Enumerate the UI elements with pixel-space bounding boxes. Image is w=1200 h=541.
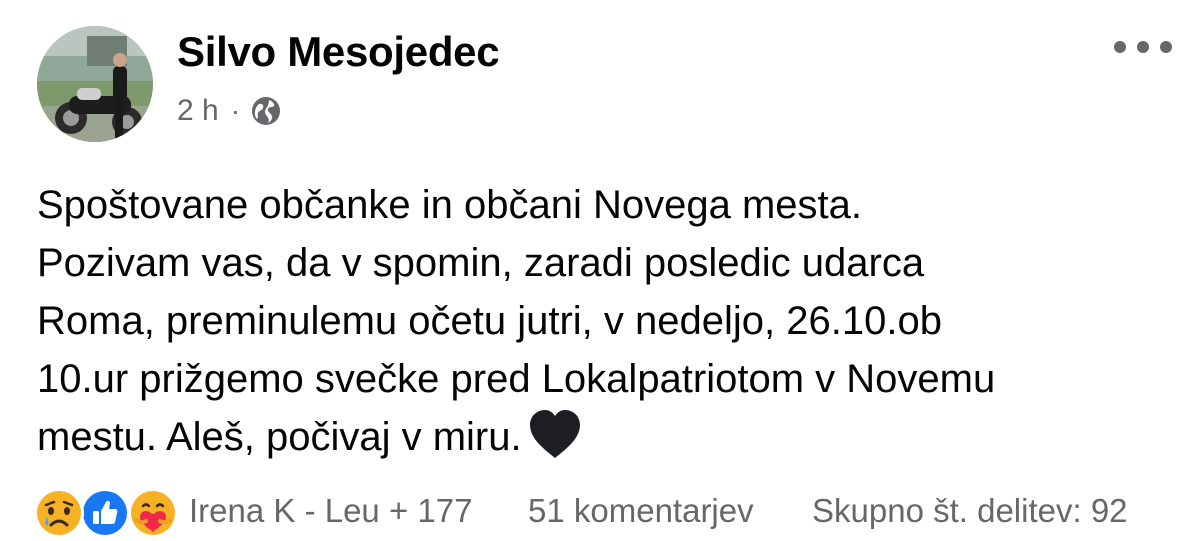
post-text-line: Pozivam vas, da v spomin, zaradi posledi… xyxy=(37,241,925,285)
post-footer: Irena K - Leu + 177 51 komentarjev Skupn… xyxy=(34,485,1174,538)
more-options-icon[interactable] xyxy=(1114,36,1172,58)
post-meta: 2 h · xyxy=(177,93,282,129)
post-text-line: Spoštovane občanke in občani Novega mest… xyxy=(37,183,862,227)
post-text-last-line: mestu. Aleš, počivaj v miru. xyxy=(37,408,1177,466)
post-text-line: 10.ur prižgemo svečke pred Lokalpatrioto… xyxy=(37,357,996,401)
facebook-post: Silvo Mesojedec 2 h · Spoštovane občanke… xyxy=(0,0,1200,541)
avatar-photo xyxy=(37,26,153,142)
care-reaction-icon xyxy=(128,488,178,538)
more-dot xyxy=(1114,41,1126,53)
comments-count[interactable]: 51 komentarjev xyxy=(528,492,754,530)
reactors-summary[interactable]: Irena K - Leu + 177 xyxy=(189,492,472,530)
black-heart-icon xyxy=(526,408,584,460)
globe-icon[interactable] xyxy=(250,95,282,127)
post-timestamp[interactable]: 2 h xyxy=(177,94,219,128)
post-text-line: Roma, preminulemu očetu jutri, v nedeljo… xyxy=(37,299,942,343)
post-text-line: mestu. Aleš, počivaj v miru. xyxy=(37,415,522,459)
shares-count[interactable]: Skupno št. delitev: 92 xyxy=(812,492,1128,530)
sad-reaction-icon xyxy=(34,488,84,538)
author-name[interactable]: Silvo Mesojedec xyxy=(177,28,500,76)
meta-separator: · xyxy=(230,95,241,126)
author-avatar[interactable] xyxy=(37,26,153,142)
more-dot xyxy=(1137,41,1149,53)
reaction-summary[interactable] xyxy=(34,488,180,538)
more-dot xyxy=(1160,41,1172,53)
post-text: Spoštovane občanke in občani Novega mest… xyxy=(37,176,1177,466)
like-reaction-icon xyxy=(80,488,130,538)
